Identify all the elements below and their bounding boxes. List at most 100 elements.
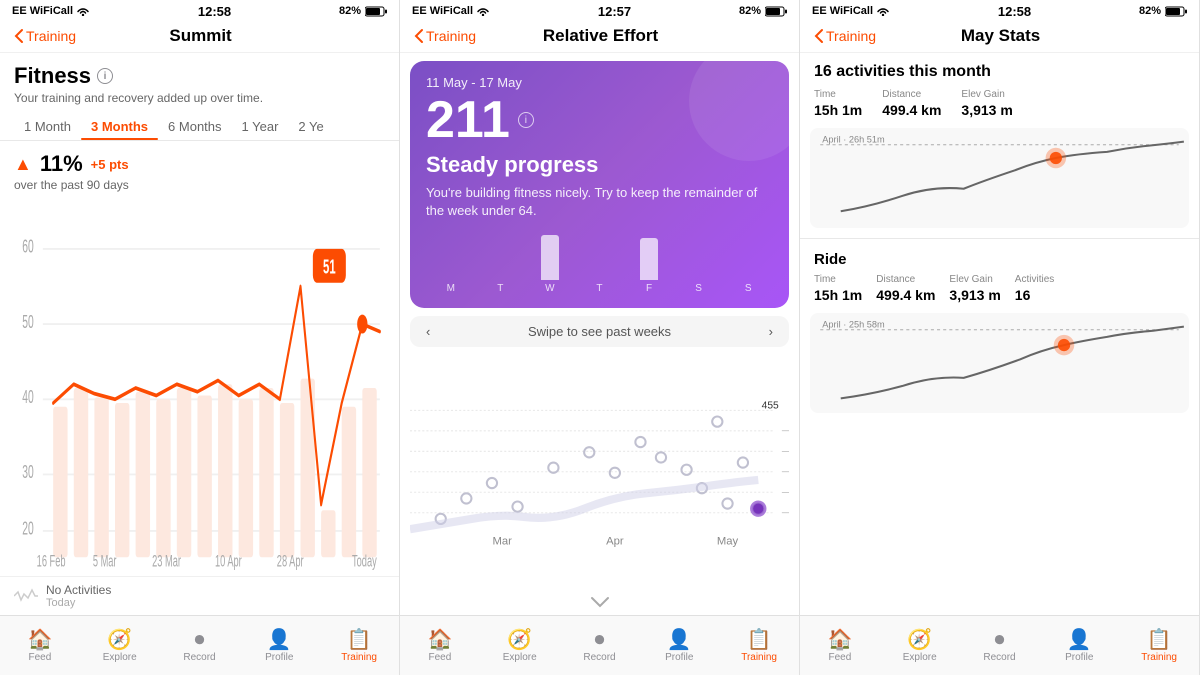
swipe-left-arrow: ‹ bbox=[426, 324, 430, 339]
content-3: 16 activities this month Time 15h 1m Dis… bbox=[800, 53, 1199, 615]
tab-training-3[interactable]: 📋 Training bbox=[1119, 620, 1199, 673]
svg-text:—: — bbox=[782, 446, 789, 456]
wifi-icon-3 bbox=[876, 6, 890, 16]
chevron-left-1 bbox=[14, 28, 24, 44]
status-right-1: 82% bbox=[339, 5, 387, 17]
carrier-1: EE WiFiCall bbox=[12, 5, 73, 17]
ride-section: Ride Time 15h 1m Distance 499.4 km Elev … bbox=[800, 243, 1199, 313]
back-button-1[interactable]: Training bbox=[14, 28, 76, 44]
battery-pct-2: 82% bbox=[739, 5, 761, 17]
tab-2ye[interactable]: 2 Ye bbox=[288, 115, 333, 140]
summary-stats-grid: Time 15h 1m Distance 499.4 km Elev Gain … bbox=[814, 89, 1185, 118]
summary-section: 16 activities this month Time 15h 1m Dis… bbox=[800, 53, 1199, 128]
battery-icon-2 bbox=[765, 6, 787, 17]
week-bar-M: M bbox=[442, 280, 460, 294]
tab-explore-3[interactable]: 🧭 Explore bbox=[880, 620, 960, 673]
svg-text:—: — bbox=[782, 487, 789, 497]
tab-feed-1[interactable]: 🏠 Feed bbox=[0, 620, 80, 673]
ride-heading: Ride bbox=[814, 251, 1185, 268]
tab-3months[interactable]: 3 Months bbox=[81, 115, 158, 140]
status-bar-1: EE WiFiCall 12:58 82% bbox=[0, 0, 399, 20]
arrow-up-icon: ▲ bbox=[14, 154, 32, 175]
status-left-1: EE WiFiCall bbox=[12, 5, 90, 17]
tab-1year[interactable]: 1 Year bbox=[232, 115, 289, 140]
status-bar-2: EE WiFiCall 12:57 82% bbox=[400, 0, 799, 20]
feed-label-1: Feed bbox=[29, 652, 52, 663]
tab-training-2[interactable]: 📋 Training bbox=[719, 620, 799, 673]
ride-stats-grid: Time 15h 1m Distance 499.4 km Elev Gain … bbox=[814, 274, 1185, 303]
card-number: 211 bbox=[426, 94, 510, 146]
activity-row: No Activities Today bbox=[0, 576, 399, 615]
swipe-bar[interactable]: ‹ Swipe to see past weeks › bbox=[410, 316, 789, 347]
svg-text:28 Apr: 28 Apr bbox=[277, 552, 304, 571]
tab-record-2[interactable]: ⏺ Record bbox=[560, 620, 640, 673]
chevron-left-2 bbox=[414, 28, 424, 44]
week-bar-S1: S bbox=[690, 280, 708, 294]
week-bar-W: W bbox=[541, 235, 559, 294]
ride-stat-activities: Activities 16 bbox=[1015, 274, 1054, 303]
bar-W bbox=[541, 235, 559, 280]
pct-value: 11% bbox=[40, 151, 83, 177]
tab-record-1[interactable]: ⏺ Record bbox=[160, 620, 240, 673]
feed-label-3: Feed bbox=[829, 652, 852, 663]
stat-dist-value: 499.4 km bbox=[882, 102, 941, 118]
battery-pct-3: 82% bbox=[1139, 5, 1161, 17]
stat-time-value: 15h 1m bbox=[814, 102, 862, 118]
tab-6months[interactable]: 6 Months bbox=[158, 115, 231, 140]
nav-header-1: Training Summit bbox=[0, 20, 399, 53]
tab-explore-1[interactable]: 🧭 Explore bbox=[80, 620, 160, 673]
tab-profile-3[interactable]: 👤 Profile bbox=[1039, 620, 1119, 673]
content-1: Fitness i Your training and recovery add… bbox=[0, 53, 399, 615]
ride-act-value: 16 bbox=[1015, 287, 1054, 303]
status-left-2: EE WiFiCall bbox=[412, 5, 490, 17]
info-icon-2[interactable]: i bbox=[518, 112, 534, 128]
ride-chart: April · 25h 58m bbox=[810, 313, 1189, 413]
screen-relative-effort: EE WiFiCall 12:57 82% Training Relative … bbox=[400, 0, 800, 675]
week-bars: M T W T F bbox=[426, 234, 773, 294]
status-bar-3: EE WiFiCall 12:58 82% bbox=[800, 0, 1199, 20]
profile-label-1: Profile bbox=[265, 652, 293, 663]
week-bar-T2: T bbox=[590, 280, 608, 294]
card-date: 11 May - 17 May bbox=[426, 75, 773, 90]
activity-label: No Activities bbox=[46, 583, 111, 597]
svg-text:—: — bbox=[782, 507, 789, 517]
profile-label-3: Profile bbox=[1065, 652, 1093, 663]
training-icon-3: 📋 bbox=[1147, 630, 1172, 650]
back-button-2[interactable]: Training bbox=[414, 28, 476, 44]
tab-profile-2[interactable]: 👤 Profile bbox=[639, 620, 719, 673]
time-2: 12:57 bbox=[598, 4, 631, 19]
summary-chart: April · 26h 51m bbox=[810, 128, 1189, 228]
tab-training-1[interactable]: 📋 Training bbox=[319, 620, 399, 673]
training-icon-2: 📋 bbox=[747, 630, 772, 650]
tab-record-3[interactable]: ⏺ Record bbox=[960, 620, 1040, 673]
explore-label-3: Explore bbox=[903, 652, 937, 663]
svg-text:—: — bbox=[782, 466, 789, 476]
metric-row: ▲ 11% +5 pts over the past 90 days bbox=[0, 141, 399, 196]
content-2: 11 May - 17 May 211 i Steady progress Yo… bbox=[400, 53, 799, 615]
svg-text:50: 50 bbox=[22, 312, 33, 333]
card-desc: You're building fitness nicely. Try to k… bbox=[426, 184, 773, 220]
feed-icon-2: 🏠 bbox=[427, 630, 452, 650]
info-icon-1[interactable]: i bbox=[97, 68, 113, 84]
tab-feed-2[interactable]: 🏠 Feed bbox=[400, 620, 480, 673]
tab-1month[interactable]: 1 Month bbox=[14, 115, 81, 140]
back-button-3[interactable]: Training bbox=[814, 28, 876, 44]
bar-F bbox=[640, 238, 658, 280]
tab-feed-3[interactable]: 🏠 Feed bbox=[800, 620, 880, 673]
fitness-header: Fitness i Your training and recovery add… bbox=[0, 53, 399, 109]
status-left-3: EE WiFiCall bbox=[812, 5, 890, 17]
pts-value: +5 pts bbox=[91, 157, 129, 172]
fitness-subtitle: Your training and recovery added up over… bbox=[14, 91, 385, 105]
svg-text:April · 26h 51m: April · 26h 51m bbox=[822, 135, 885, 145]
carrier-2: EE WiFiCall bbox=[412, 5, 473, 17]
battery-pct-1: 82% bbox=[339, 5, 361, 17]
tab-profile-1[interactable]: 👤 Profile bbox=[239, 620, 319, 673]
period-tabs: 1 Month 3 Months 6 Months 1 Year 2 Ye bbox=[0, 109, 399, 141]
swipe-label: Swipe to see past weeks bbox=[528, 324, 671, 339]
chart-svg-1: 60 50 40 30 20 bbox=[14, 200, 385, 576]
ride-stat-elev: Elev Gain 3,913 m bbox=[949, 274, 1000, 303]
svg-text:Mar: Mar bbox=[493, 536, 513, 548]
week-bar-T1: T bbox=[491, 280, 509, 294]
training-label-3: Training bbox=[1141, 652, 1177, 663]
tab-explore-2[interactable]: 🧭 Explore bbox=[480, 620, 560, 673]
